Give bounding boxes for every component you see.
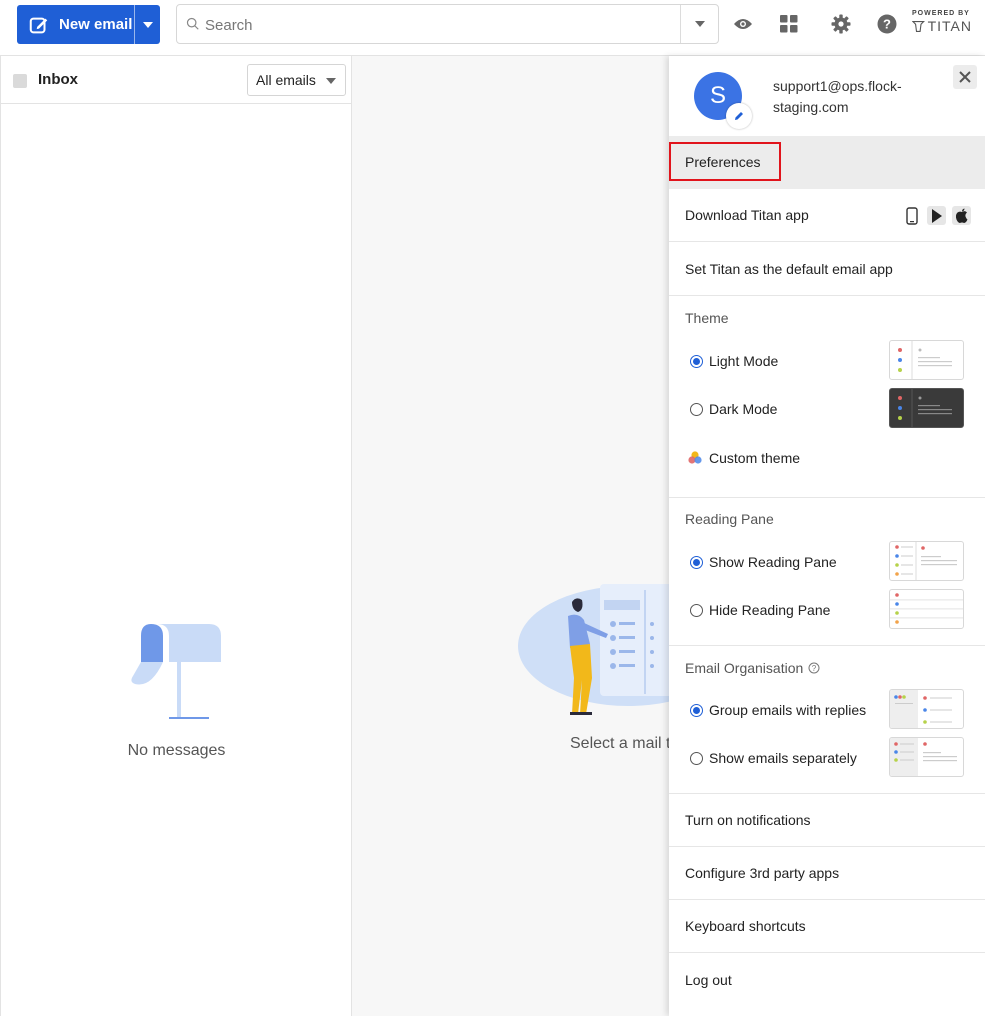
light-mode-thumbnail[interactable] bbox=[889, 340, 964, 380]
hide-reading-pane-thumbnail[interactable] bbox=[889, 589, 964, 629]
mail-filter-value: All emails bbox=[256, 72, 316, 88]
titan-brand-label: TITAN bbox=[927, 18, 972, 34]
search-box bbox=[176, 4, 719, 44]
powered-by-label: POWERED BY bbox=[912, 10, 970, 17]
mail-list-header: Inbox All emails bbox=[1, 56, 352, 104]
close-button[interactable] bbox=[953, 65, 977, 89]
new-email-label: New email bbox=[59, 16, 133, 33]
show-reading-pane-thumbnail[interactable] bbox=[889, 541, 964, 581]
light-mode-option[interactable]: Light Mode bbox=[690, 353, 778, 369]
close-icon bbox=[959, 71, 971, 83]
divider bbox=[669, 497, 985, 498]
palette-icon bbox=[688, 451, 702, 464]
preferences-label: Preferences bbox=[685, 154, 761, 170]
download-app-label: Download Titan app bbox=[685, 207, 809, 223]
apps-grid-icon[interactable] bbox=[778, 13, 800, 35]
google-play-icon[interactable] bbox=[927, 206, 946, 225]
notifications-label: Turn on notifications bbox=[685, 812, 811, 828]
chevron-down-icon bbox=[142, 21, 153, 28]
theme-section-title: Theme bbox=[685, 310, 729, 326]
dark-mode-thumbnail[interactable] bbox=[889, 388, 964, 428]
dark-mode-radio[interactable] bbox=[690, 402, 703, 416]
dark-mode-option[interactable]: Dark Mode bbox=[690, 401, 777, 417]
group-emails-label: Group emails with replies bbox=[709, 702, 867, 718]
select-all-checkbox[interactable] bbox=[13, 74, 27, 88]
third-party-apps-row[interactable]: Configure 3rd party apps bbox=[669, 847, 985, 900]
gear-icon[interactable] bbox=[830, 13, 852, 35]
show-reading-pane-option[interactable]: Show Reading Pane bbox=[690, 554, 837, 570]
custom-theme-option[interactable]: Custom theme bbox=[687, 450, 800, 466]
email-organisation-title: Email Organisation bbox=[685, 660, 804, 676]
mobile-phone-icon[interactable] bbox=[902, 206, 921, 225]
apple-icon[interactable] bbox=[952, 206, 971, 225]
notifications-row[interactable]: Turn on notifications bbox=[669, 794, 985, 847]
pencil-icon bbox=[735, 112, 743, 120]
group-emails-option[interactable]: Group emails with replies bbox=[690, 702, 866, 718]
set-default-app-label: Set Titan as the default email app bbox=[685, 261, 893, 277]
chevron-down-icon bbox=[326, 78, 336, 84]
help-icon[interactable]: ? bbox=[876, 13, 898, 35]
group-emails-thumbnail[interactable] bbox=[889, 689, 964, 729]
group-emails-radio[interactable] bbox=[690, 703, 703, 717]
titan-logo-icon bbox=[912, 20, 925, 32]
show-separately-radio[interactable] bbox=[690, 751, 703, 765]
custom-theme-label: Custom theme bbox=[709, 450, 801, 466]
chevron-down-icon bbox=[695, 21, 705, 27]
top-bar: New email ? POWERED BY TITAN bbox=[0, 0, 985, 56]
show-separately-thumbnail[interactable] bbox=[889, 737, 964, 777]
mail-list-pane: Inbox All emails No messages bbox=[0, 56, 352, 1016]
divider bbox=[669, 645, 985, 646]
search-options-button[interactable] bbox=[681, 5, 719, 43]
select-mail-text: Select a mail t bbox=[570, 735, 670, 752]
logout-label: Log out bbox=[685, 971, 732, 988]
reading-pane-section-title: Reading Pane bbox=[685, 511, 774, 527]
download-app-row[interactable]: Download Titan app bbox=[669, 189, 985, 242]
keyboard-shortcuts-row[interactable]: Keyboard shortcuts bbox=[669, 900, 985, 953]
search-icon bbox=[186, 17, 199, 30]
dark-mode-label: Dark Mode bbox=[709, 401, 778, 417]
empty-state-text: No messages bbox=[127, 742, 226, 759]
compose-icon bbox=[29, 17, 48, 33]
light-mode-radio[interactable] bbox=[690, 354, 703, 368]
light-mode-label: Light Mode bbox=[709, 353, 779, 369]
svg-text:?: ? bbox=[883, 17, 891, 32]
account-email: support1@ops.flock-staging.com bbox=[773, 78, 902, 115]
hide-reading-pane-label: Hide Reading Pane bbox=[709, 602, 831, 618]
avatar-letter: S bbox=[709, 82, 726, 109]
mail-filter-select[interactable]: All emails bbox=[247, 64, 346, 96]
powered-by-titan: POWERED BY TITAN bbox=[912, 10, 972, 34]
hide-reading-pane-radio[interactable] bbox=[690, 603, 703, 617]
show-separately-option[interactable]: Show emails separately bbox=[690, 750, 857, 766]
keyboard-shortcuts-label: Keyboard shortcuts bbox=[685, 918, 806, 934]
set-default-app-row[interactable]: Set Titan as the default email app bbox=[669, 243, 985, 296]
show-reading-pane-label: Show Reading Pane bbox=[709, 554, 837, 570]
settings-drawer: S support1@ops.flock-staging.com Prefere… bbox=[669, 56, 985, 1016]
empty-mailbox-illustration bbox=[131, 624, 221, 719]
edit-avatar-button[interactable] bbox=[726, 103, 752, 129]
show-reading-pane-radio[interactable] bbox=[690, 555, 703, 569]
info-icon[interactable]: ? bbox=[808, 662, 820, 674]
reading-pane: Select a mail t bbox=[352, 56, 670, 1016]
folder-title: Inbox bbox=[38, 71, 78, 88]
eye-icon[interactable] bbox=[732, 13, 754, 35]
show-separately-label: Show emails separately bbox=[709, 750, 857, 766]
search-input[interactable] bbox=[205, 13, 665, 37]
email-organisation-section: Email Organisation ? bbox=[685, 660, 820, 676]
select-mail-illustration bbox=[518, 584, 670, 715]
hide-reading-pane-option[interactable]: Hide Reading Pane bbox=[690, 602, 830, 618]
logout-row[interactable]: Log out bbox=[669, 953, 985, 1006]
third-party-apps-label: Configure 3rd party apps bbox=[685, 865, 840, 881]
svg-text:?: ? bbox=[812, 664, 817, 673]
new-email-options-button[interactable] bbox=[135, 5, 160, 44]
preferences-row[interactable]: Preferences bbox=[669, 136, 985, 189]
new-email-button[interactable]: New email bbox=[17, 5, 160, 44]
